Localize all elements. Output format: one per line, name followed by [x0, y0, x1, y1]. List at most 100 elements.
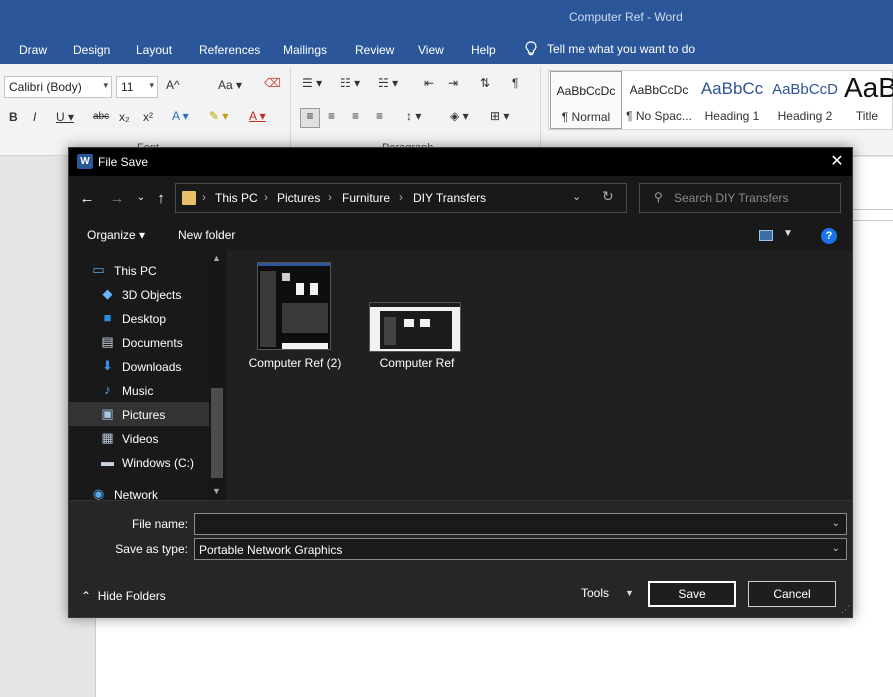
grow-font-icon[interactable]: A^	[166, 78, 180, 92]
align-left-icon[interactable]: ≡	[300, 108, 320, 128]
dialog-toolbar: Organize ▾ New folder ▼ ?	[69, 220, 852, 250]
text-effects-icon[interactable]: A ▾	[172, 109, 189, 123]
sort-icon[interactable]: ⇅	[480, 76, 490, 90]
clear-format-icon[interactable]: ⌫	[264, 76, 281, 90]
breadcrumb-separator-icon[interactable]: ›	[399, 190, 403, 204]
bold-icon[interactable]: B	[9, 110, 18, 124]
tab-design[interactable]: Design	[73, 43, 110, 57]
tab-layout[interactable]: Layout	[136, 43, 172, 57]
file-name-input[interactable]	[199, 517, 819, 532]
breadcrumb-diy-transfers[interactable]: DIY Transfers	[413, 191, 486, 205]
tab-help[interactable]: Help	[471, 43, 496, 57]
thumb-block	[282, 273, 290, 281]
font-name-select[interactable]: Calibri (Body) ▾	[4, 76, 112, 98]
shading-icon[interactable]: ◈ ▾	[450, 109, 469, 123]
file-item[interactable]: Computer Ref (2)	[245, 258, 345, 374]
scroll-up-arrow-icon[interactable]: ▲	[212, 253, 221, 263]
dialog-footer: File name: ⌄ Save as type: Portable Netw…	[69, 500, 852, 617]
strikethrough-icon[interactable]: abc	[93, 111, 109, 122]
borders-icon[interactable]: ⊞ ▾	[490, 109, 509, 123]
new-folder-button[interactable]: New folder	[178, 228, 235, 242]
change-case-icon[interactable]: Aa ▾	[218, 78, 242, 92]
up-arrow-icon[interactable]: ↑	[151, 190, 171, 207]
breadcrumb-separator-icon[interactable]: ›	[264, 190, 268, 204]
superscript-icon[interactable]: x²	[143, 110, 153, 124]
italic-icon[interactable]: I	[33, 110, 36, 124]
breadcrumb-separator-icon: ›	[202, 190, 206, 204]
breadcrumb-pictures[interactable]: Pictures	[277, 191, 320, 205]
nav-item-documents[interactable]: ▤ Documents	[69, 330, 209, 354]
nav-item-3d-objects[interactable]: ◆ 3D Objects	[69, 282, 209, 306]
thumb-block	[384, 317, 396, 345]
pilcrow-icon[interactable]: ¶	[512, 76, 518, 90]
decrease-indent-icon[interactable]: ⇤	[424, 76, 434, 90]
view-options-icon[interactable]	[759, 230, 773, 241]
nav-pane-scrollbar[interactable]: ▲ ▼	[209, 250, 225, 500]
nav-item-downloads[interactable]: ⬇ Downloads	[69, 354, 209, 378]
bullets-icon[interactable]: ☰ ▾	[302, 76, 322, 90]
subscript-icon[interactable]: x₂	[119, 110, 130, 124]
recent-locations-chevron-icon[interactable]: ⌄	[131, 192, 151, 203]
breadcrumb-furniture[interactable]: Furniture	[342, 191, 390, 205]
nav-item-label: Videos	[122, 432, 159, 446]
scrollbar-thumb[interactable]	[211, 388, 223, 478]
justify-icon[interactable]: ≡	[376, 109, 383, 123]
multilevel-icon[interactable]: ☵ ▾	[378, 76, 398, 90]
style-heading-2[interactable]: AaBbCcD Heading 2	[769, 71, 841, 129]
save-button[interactable]: Save	[648, 581, 736, 607]
chevron-down-icon[interactable]: ⌄	[572, 190, 581, 203]
chevron-down-icon[interactable]: ⌄	[832, 518, 840, 529]
organize-button[interactable]: Organize ▾	[87, 228, 145, 242]
back-arrow-icon[interactable]: ←	[77, 190, 97, 207]
scroll-down-arrow-icon[interactable]: ▼	[212, 486, 221, 496]
hide-folders-button[interactable]: ⌃ Hide Folders	[81, 589, 166, 603]
nav-item-label: Pictures	[122, 408, 166, 422]
style-name: Heading 2	[777, 109, 833, 123]
breadcrumb-this-pc[interactable]: This PC	[215, 191, 258, 205]
chevron-down-icon[interactable]: ▼	[625, 588, 634, 598]
cancel-button[interactable]: Cancel	[748, 581, 836, 607]
chevron-down-icon[interactable]: ▼	[783, 228, 793, 239]
style-name: ¶ Normal	[561, 110, 611, 124]
highlight-icon[interactable]: ✎ ▾	[209, 109, 228, 123]
chevron-down-icon: ▾	[103, 80, 108, 90]
nav-item-music[interactable]: ♪ Music	[69, 378, 209, 402]
line-spacing-icon[interactable]: ↕ ▾	[406, 109, 421, 123]
refresh-icon[interactable]: ↻	[602, 188, 614, 205]
align-center-icon[interactable]: ≡	[328, 109, 335, 123]
address-bar[interactable]: › This PC › Pictures › Furniture › DIY T…	[175, 183, 627, 213]
numbering-icon[interactable]: ☷ ▾	[340, 76, 360, 90]
tab-review[interactable]: Review	[355, 43, 394, 57]
underline-icon[interactable]: U ▾	[56, 110, 74, 124]
forward-arrow-icon[interactable]: →	[107, 190, 127, 207]
tell-me-box[interactable]: Tell me what you want to do	[525, 41, 695, 57]
font-color-icon[interactable]: A ▾	[249, 109, 266, 123]
align-right-icon[interactable]: ≡	[352, 109, 359, 123]
help-icon[interactable]: ?	[821, 228, 837, 244]
nav-item-pictures[interactable]: ▣ Pictures	[69, 402, 209, 426]
tab-view[interactable]: View	[418, 43, 444, 57]
nav-item-this-pc[interactable]: ▭ This PC	[69, 258, 209, 282]
tab-references[interactable]: References	[199, 43, 260, 57]
file-thumbnail	[257, 262, 331, 350]
save-as-type-select[interactable]: Portable Network Graphics ⌄	[194, 538, 847, 560]
nav-item-windows-c[interactable]: ▬ Windows (C:)	[69, 450, 209, 474]
nav-item-videos[interactable]: ▦ Videos	[69, 426, 209, 450]
style-no-spacing[interactable]: AaBbCcDc ¶ No Spac...	[623, 71, 695, 129]
style-title[interactable]: AaB Title	[840, 71, 893, 129]
resize-grip-icon[interactable]: ⋰	[841, 604, 850, 615]
search-input[interactable]	[674, 190, 834, 206]
close-button[interactable]: ✕	[822, 148, 852, 176]
tab-mailings[interactable]: Mailings	[283, 43, 327, 57]
nav-item-desktop[interactable]: ■ Desktop	[69, 306, 209, 330]
breadcrumb-separator-icon[interactable]: ›	[328, 190, 332, 204]
nav-item-label: Windows (C:)	[122, 456, 195, 470]
tools-button[interactable]: Tools	[581, 586, 609, 600]
font-size-select[interactable]: 11 ▾	[116, 76, 158, 98]
style-normal[interactable]: AaBbCcDc ¶ Normal	[550, 71, 622, 129]
tab-draw[interactable]: Draw	[19, 43, 47, 57]
increase-indent-icon[interactable]: ⇥	[448, 76, 458, 90]
file-item[interactable]: Computer Ref	[367, 258, 467, 374]
style-heading-1[interactable]: AaBbCc Heading 1	[696, 71, 768, 129]
music-icon: ♪	[104, 382, 111, 397]
